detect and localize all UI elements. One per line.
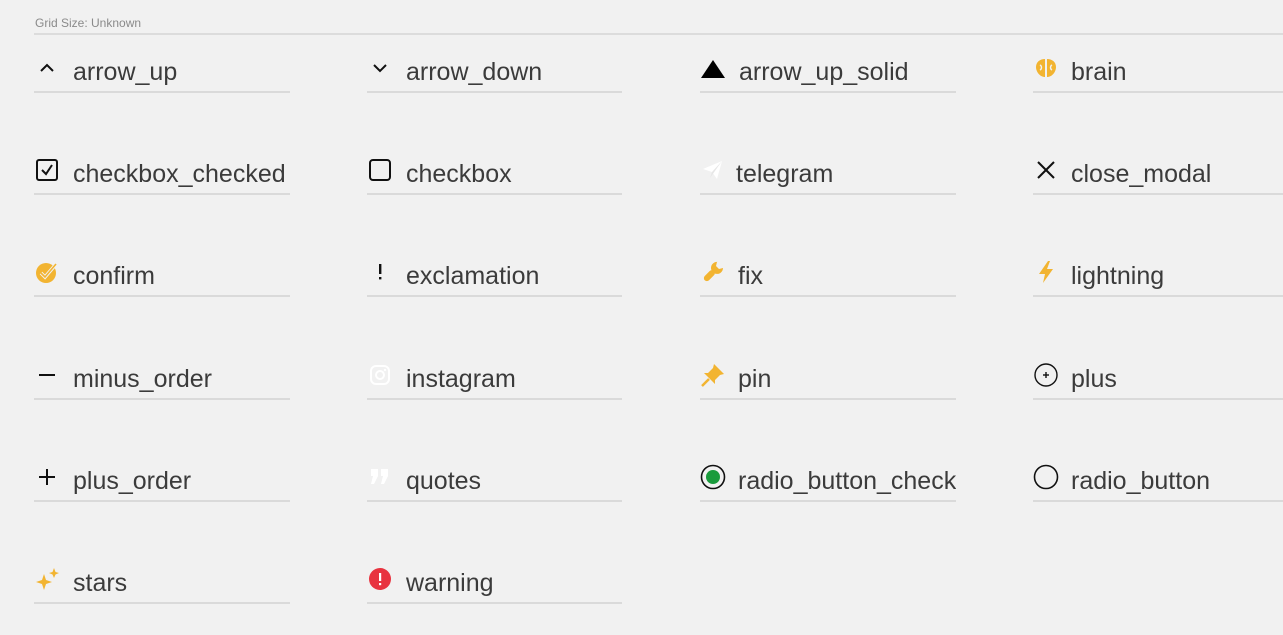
icon-label: instagram	[406, 365, 516, 393]
wrench-icon	[700, 259, 726, 285]
icon-cell-quotes: quotes	[367, 462, 622, 502]
icon-label: brain	[1071, 58, 1127, 86]
grid-size-label: Grid Size: Unknown	[35, 16, 142, 30]
plus-circle-icon	[1033, 362, 1059, 388]
icon-label: checkbox	[406, 160, 512, 188]
icon-cell-plus: plus	[1033, 360, 1283, 400]
quotes-icon	[367, 464, 393, 490]
icon-label: radio_button	[1071, 467, 1211, 495]
close-icon	[1033, 157, 1059, 183]
checkbox-icon	[367, 157, 393, 183]
icon-cell-arrow-down: arrow_down	[367, 53, 622, 93]
stars-icon	[34, 566, 60, 592]
icon-cell-warning: warning	[367, 564, 622, 604]
arrow-down-icon	[367, 55, 393, 81]
icon-label: radio_button_checked	[738, 467, 956, 495]
lightning-icon	[1033, 259, 1059, 285]
icon-label: exclamation	[406, 262, 540, 290]
icon-cell-radio-button: radio_button	[1033, 462, 1283, 502]
icon-cell-fix: fix	[700, 257, 956, 297]
icon-cell-stars: stars	[34, 564, 290, 604]
icon-label: arrow_down	[406, 58, 543, 86]
icon-cell-arrow-up-solid: arrow_up_solid	[700, 53, 956, 93]
instagram-icon	[367, 362, 393, 388]
icon-label: confirm	[73, 262, 155, 290]
checkbox-checked-icon	[34, 157, 60, 183]
icon-label: lightning	[1071, 262, 1165, 290]
icon-label: checkbox_checked	[73, 160, 286, 188]
radio-button-icon	[1033, 464, 1059, 490]
icon-cell-exclamation: exclamation	[367, 257, 622, 297]
icon-cell-plus-order: plus_order	[34, 462, 290, 502]
arrow-up-solid-icon	[700, 55, 726, 81]
icon-gallery-page: Grid Size: Unknown arrow_up arrow_down a…	[0, 0, 1283, 635]
pin-icon	[700, 362, 726, 388]
icon-cell-instagram: instagram	[367, 360, 622, 400]
telegram-icon	[700, 157, 726, 183]
warning-icon	[367, 566, 393, 592]
icon-cell-confirm: confirm	[34, 257, 290, 297]
header-divider	[34, 33, 1283, 35]
icon-label: minus_order	[73, 365, 212, 393]
icon-label: quotes	[406, 467, 482, 495]
icon-label: warning	[406, 569, 494, 597]
icon-label: plus	[1071, 365, 1117, 393]
icon-label: plus_order	[73, 467, 192, 495]
icon-label: telegram	[736, 160, 834, 188]
icon-cell-arrow-up: arrow_up	[34, 53, 290, 93]
confirm-icon	[34, 259, 60, 285]
icon-cell-brain: brain	[1033, 53, 1283, 93]
radio-button-checked-icon	[700, 464, 726, 490]
icon-label: close_modal	[1071, 160, 1212, 188]
icon-label: stars	[73, 569, 128, 597]
icon-cell-close-modal: close_modal	[1033, 155, 1283, 195]
icon-cell-radio-button-checked: radio_button_checked	[700, 462, 956, 502]
plus-icon	[34, 464, 60, 490]
icon-cell-pin: pin	[700, 360, 956, 400]
icon-label: pin	[738, 365, 772, 393]
brain-icon	[1033, 55, 1059, 81]
arrow-up-icon	[34, 55, 60, 81]
icon-label: fix	[738, 262, 763, 290]
exclamation-icon	[367, 259, 393, 285]
icon-cell-checkbox: checkbox	[367, 155, 622, 195]
icon-cell-lightning: lightning	[1033, 257, 1283, 297]
icon-cell-minus-order: minus_order	[34, 360, 290, 400]
icon-cell-checkbox-checked: checkbox_checked	[34, 155, 290, 195]
icon-label: arrow_up	[73, 58, 178, 86]
icon-cell-telegram: telegram	[700, 155, 956, 195]
icon-label: arrow_up_solid	[739, 58, 909, 86]
minus-icon	[34, 362, 60, 388]
